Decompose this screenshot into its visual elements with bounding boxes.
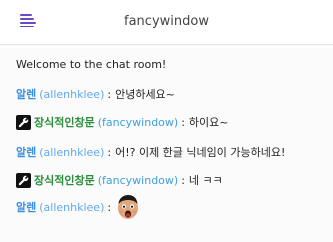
chat-message: 알렌 (allenhklee) : 안녕하세요~ <box>16 86 175 102</box>
chat-message: 장식적인창문 (fancywindow) : 네 ㅋㅋ <box>16 172 223 188</box>
user-nickname[interactable]: 알렌 <box>16 144 36 160</box>
header-bar: fancywindow <box>0 0 333 45</box>
user-id[interactable]: (allenhklee) <box>39 88 104 101</box>
system-message-text: Welcome to the chat room! <box>16 58 167 71</box>
user-nickname[interactable]: 알렌 <box>16 199 36 215</box>
separator: : <box>107 200 112 214</box>
message-text: 어!? 이제 한글 닉네임이 가능하네요! <box>115 146 286 159</box>
admin-id[interactable]: (fancywindow) <box>98 116 178 129</box>
user-id[interactable]: (allenhklee) <box>39 146 104 159</box>
separator: : <box>107 145 112 159</box>
chat-message: 알렌 (allenhklee) : 어!? 이제 한글 닉네임이 가능하네요! <box>16 144 285 160</box>
message-text: 안녕하세요~ <box>115 88 175 101</box>
message-text: 네 ㅋㅋ <box>188 174 223 187</box>
chat-message: 알렌 (allenhklee) : <box>16 194 141 220</box>
admin-id[interactable]: (fancywindow) <box>98 174 178 187</box>
window-title: fancywindow <box>124 14 209 29</box>
message-text: 하이요~ <box>188 116 229 129</box>
wrench-icon <box>16 172 31 188</box>
separator: : <box>107 87 112 101</box>
user-id[interactable]: (allenhklee) <box>39 201 104 214</box>
user-nickname[interactable]: 알렌 <box>16 86 36 102</box>
chat-message: 장식적인창문 (fancywindow) : 하이요~ <box>16 114 229 130</box>
admin-nickname[interactable]: 장식적인창문 <box>34 172 95 188</box>
system-message: Welcome to the chat room! <box>16 58 166 71</box>
admin-nickname[interactable]: 장식적인창문 <box>34 114 95 130</box>
chat-window: fancywindow Welcome to the chat room! 알렌… <box>0 0 333 242</box>
separator: : <box>181 115 185 129</box>
surprised-face-emoji <box>115 194 141 220</box>
separator: : <box>181 173 185 187</box>
wrench-icon <box>16 114 31 130</box>
